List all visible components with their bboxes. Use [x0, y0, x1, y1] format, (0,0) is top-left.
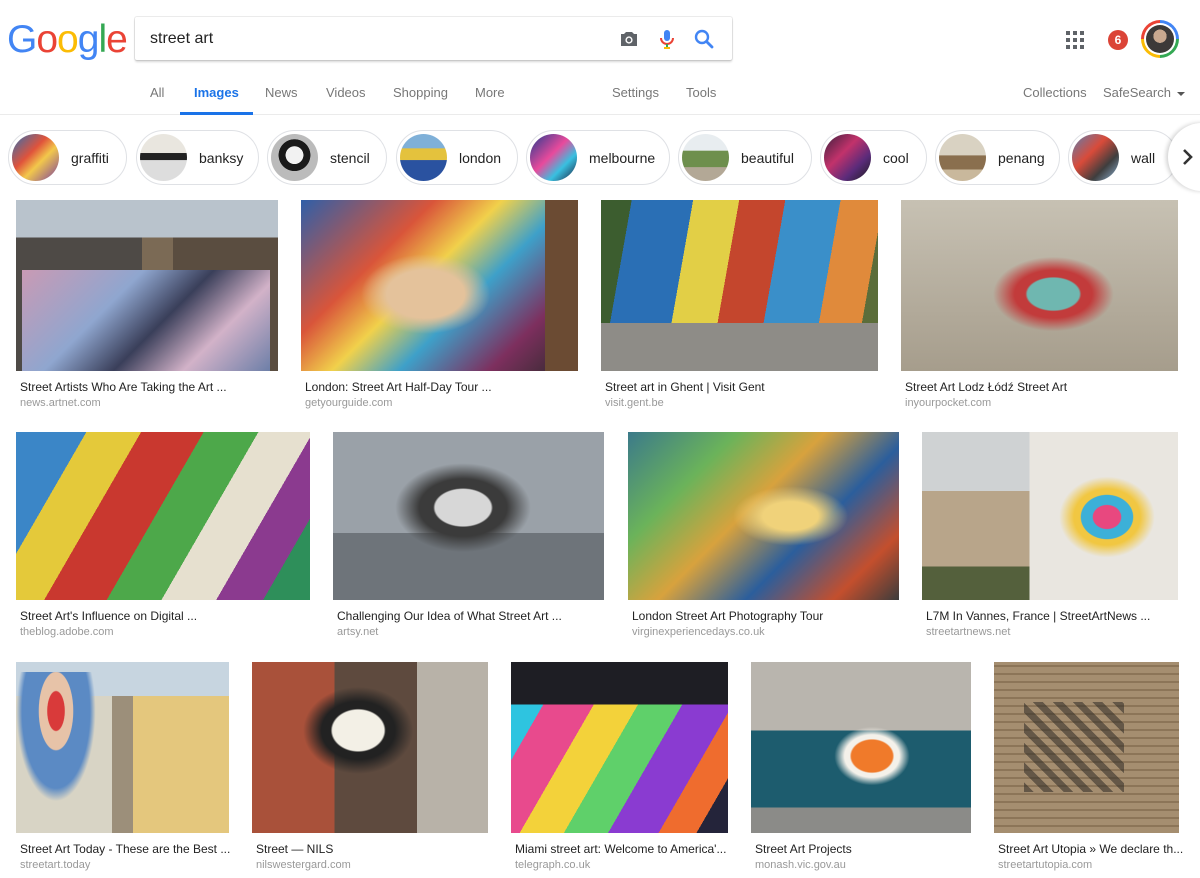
- mural-overlay: [22, 270, 270, 371]
- chip-graffiti[interactable]: graffiti: [8, 130, 127, 185]
- result-source[interactable]: artsy.net: [337, 626, 378, 638]
- chip-label: wall: [1131, 150, 1156, 166]
- result-source[interactable]: getyourguide.com: [305, 397, 392, 409]
- chevron-right-icon: [1183, 149, 1193, 165]
- logo-letter: o: [57, 18, 79, 61]
- chip-wall[interactable]: wall: [1068, 130, 1178, 185]
- result-source[interactable]: streetartnews.net: [926, 626, 1010, 638]
- result-title[interactable]: Street Art Projects: [755, 842, 852, 856]
- result-title[interactable]: London: Street Art Half-Day Tour ...: [305, 380, 492, 394]
- tab-more[interactable]: More: [475, 84, 505, 115]
- result-title[interactable]: Street Art Lodz Łódź Street Art: [905, 380, 1067, 394]
- logo-letter: G: [7, 18, 37, 61]
- search-input[interactable]: [150, 28, 600, 50]
- result-title[interactable]: Street Art's Influence on Digital ...: [20, 609, 197, 623]
- collections-link[interactable]: Collections: [1023, 84, 1087, 115]
- mural-overlay: [1024, 702, 1124, 792]
- result-source[interactable]: monash.vic.gov.au: [755, 859, 846, 871]
- logo-letter: e: [106, 18, 128, 61]
- result-title[interactable]: Street — NILS: [256, 842, 333, 856]
- search-tabs: All Images News Videos Shopping More Set…: [0, 84, 1200, 115]
- chip-label: stencil: [330, 150, 370, 166]
- result-title[interactable]: L7M In Vannes, France | StreetArtNews ..…: [926, 609, 1150, 623]
- result-source[interactable]: telegraph.co.uk: [515, 859, 590, 871]
- result-image[interactable]: [901, 200, 1178, 371]
- chip-stencil[interactable]: stencil: [267, 130, 387, 185]
- result-image[interactable]: [511, 662, 728, 833]
- result-title[interactable]: Street Artists Who Are Taking the Art ..…: [20, 380, 227, 394]
- chip-thumbnail: [530, 134, 577, 181]
- result-image[interactable]: [252, 662, 488, 833]
- tab-videos[interactable]: Videos: [326, 84, 366, 115]
- tab-images[interactable]: Images: [180, 84, 253, 115]
- result-title[interactable]: London Street Art Photography Tour: [632, 609, 823, 623]
- camera-icon[interactable]: [617, 27, 641, 51]
- result-source[interactable]: virginexperiencedays.co.uk: [632, 626, 765, 638]
- avatar[interactable]: [1141, 20, 1179, 58]
- result-title[interactable]: Challenging Our Idea of What Street Art …: [337, 609, 562, 623]
- tab-news[interactable]: News: [265, 84, 298, 115]
- result-source[interactable]: streetartutopia.com: [998, 859, 1092, 871]
- notification-badge[interactable]: 6: [1108, 30, 1128, 50]
- chip-label: melbourne: [589, 150, 656, 166]
- tab-settings[interactable]: Settings: [612, 84, 659, 115]
- chip-thumbnail: [939, 134, 986, 181]
- chip-thumbnail: [824, 134, 871, 181]
- result-title[interactable]: Street Art Utopia » We declare th...: [998, 842, 1183, 856]
- google-logo[interactable]: Google: [7, 18, 128, 62]
- chip-beautiful[interactable]: beautiful: [678, 130, 812, 185]
- search-icon[interactable]: [692, 27, 716, 51]
- tab-tools[interactable]: Tools: [686, 84, 716, 115]
- result-source[interactable]: visit.gent.be: [605, 397, 664, 409]
- result-source[interactable]: news.artnet.com: [20, 397, 101, 409]
- profile-photo: [1146, 25, 1174, 53]
- mural-overlay: [16, 672, 96, 802]
- chip-label: banksy: [199, 150, 244, 166]
- chip-thumbnail: [140, 134, 187, 181]
- chip-label: cool: [883, 150, 909, 166]
- related-search-chips: graffiti banksy stencil london melbourne…: [0, 130, 1200, 186]
- mural-overlay: [1042, 462, 1172, 572]
- tab-shopping[interactable]: Shopping: [393, 84, 448, 115]
- result-title[interactable]: Street Art Today - These are the Best ..…: [20, 842, 230, 856]
- result-image[interactable]: [301, 200, 578, 371]
- chip-banksy[interactable]: banksy: [136, 130, 259, 185]
- result-image[interactable]: [16, 432, 310, 600]
- header: Google 6 All Images News Videos Shopping…: [0, 0, 1200, 115]
- result-source[interactable]: streetart.today: [20, 859, 90, 871]
- chip-label: beautiful: [741, 150, 794, 166]
- result-image[interactable]: [333, 432, 604, 600]
- apps-grid-icon[interactable]: [1066, 31, 1084, 49]
- logo-letter: g: [77, 18, 100, 61]
- chip-thumbnail: [271, 134, 318, 181]
- chip-cool[interactable]: cool: [820, 130, 927, 185]
- result-title[interactable]: Street art in Ghent | Visit Gent: [605, 380, 765, 394]
- tab-all[interactable]: All: [150, 84, 164, 115]
- chip-london[interactable]: london: [396, 130, 518, 185]
- chip-label: penang: [998, 150, 1045, 166]
- logo-letter: o: [36, 18, 58, 61]
- chip-thumbnail: [12, 134, 59, 181]
- dropdown-arrow-icon: [1176, 91, 1185, 96]
- result-image[interactable]: [751, 662, 971, 833]
- chip-label: graffiti: [71, 150, 109, 166]
- result-image[interactable]: [601, 200, 878, 371]
- safesearch-menu[interactable]: SafeSearch: [1103, 84, 1185, 115]
- chip-penang[interactable]: penang: [935, 130, 1060, 185]
- result-title[interactable]: Miami street art: Welcome to America'...: [515, 842, 726, 856]
- chip-label: london: [459, 150, 502, 166]
- safesearch-label: SafeSearch: [1103, 85, 1171, 100]
- result-source[interactable]: nilswestergard.com: [256, 859, 351, 871]
- result-source[interactable]: theblog.adobe.com: [20, 626, 114, 638]
- search-box: [135, 17, 732, 60]
- chip-thumbnail: [682, 134, 729, 181]
- microphone-icon[interactable]: [655, 27, 679, 51]
- chip-melbourne[interactable]: melbourne: [526, 130, 670, 185]
- result-source[interactable]: inyourpocket.com: [905, 397, 991, 409]
- chip-thumbnail: [400, 134, 447, 181]
- logo-letter: l: [98, 18, 107, 61]
- result-image[interactable]: [628, 432, 899, 600]
- chip-thumbnail: [1072, 134, 1119, 181]
